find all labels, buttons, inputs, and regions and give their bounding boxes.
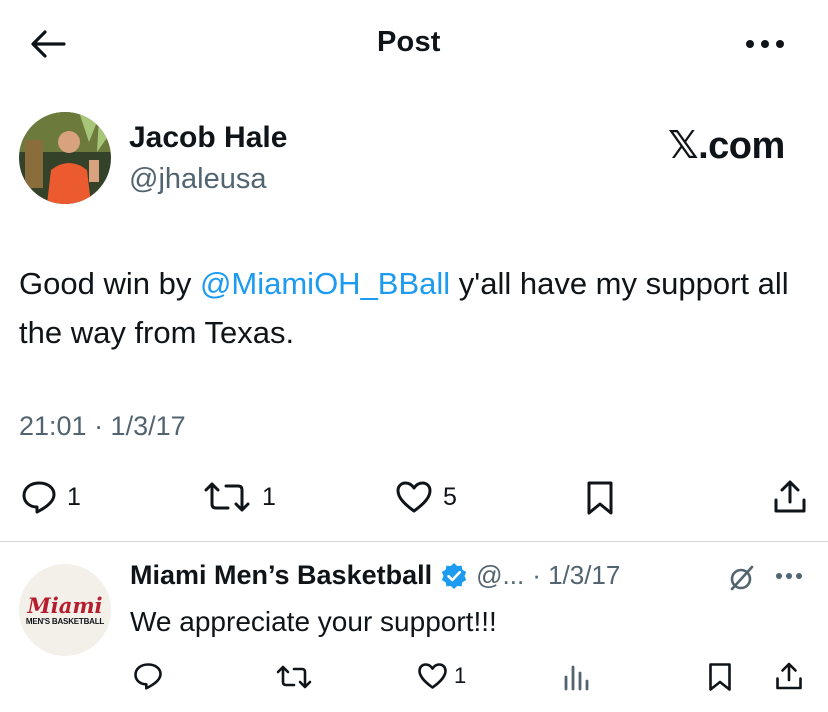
reply-share-button[interactable] bbox=[775, 661, 803, 691]
reply-author-avatar[interactable]: Miami MEN'S BASKETBALL bbox=[19, 564, 111, 656]
author-handle[interactable]: @jhaleusa bbox=[129, 163, 266, 196]
repost-icon bbox=[276, 665, 312, 689]
more-horizontal-icon bbox=[746, 40, 784, 48]
heart-icon bbox=[396, 481, 432, 513]
reply-icon bbox=[22, 481, 56, 514]
bar-chart-icon bbox=[564, 665, 589, 691]
author-avatar[interactable] bbox=[19, 112, 111, 204]
bookmark-button[interactable] bbox=[585, 480, 615, 516]
reply-icon bbox=[134, 663, 162, 690]
reply-like-button[interactable]: 1 bbox=[417, 662, 466, 690]
share-icon bbox=[774, 480, 806, 513]
heart-icon bbox=[418, 663, 447, 689]
more-horizontal-icon bbox=[776, 573, 802, 579]
like-count: 5 bbox=[443, 482, 457, 511]
reply-like-count: 1 bbox=[454, 663, 467, 688]
tweet-text: Good win by @MiamiOH_BBall y'all have my… bbox=[19, 259, 789, 357]
repost-icon bbox=[204, 482, 250, 512]
mention-link[interactable]: @MiamiOH_BBall bbox=[200, 266, 450, 301]
bookmark-icon bbox=[709, 663, 731, 691]
reply-views-button[interactable] bbox=[562, 663, 590, 691]
reply-author-name[interactable]: Miami Men’s Basketball bbox=[130, 560, 432, 591]
arrow-left-icon bbox=[31, 30, 66, 58]
share-icon bbox=[776, 662, 802, 690]
reply-text: We appreciate your support!!! bbox=[130, 606, 497, 637]
reply-count: 1 bbox=[67, 482, 81, 511]
author-name[interactable]: Jacob Hale bbox=[129, 121, 287, 155]
reply-button[interactable]: 1 bbox=[21, 480, 81, 514]
grok-icon bbox=[730, 565, 754, 591]
back-button[interactable] bbox=[26, 26, 70, 62]
bookmark-icon bbox=[587, 481, 613, 515]
like-button[interactable]: 5 bbox=[395, 480, 457, 514]
reply-date[interactable]: · 1/3/17 bbox=[532, 560, 620, 591]
tweet-text-before: Good win by bbox=[19, 266, 200, 301]
avatar-logo-subtitle: MEN'S BASKETBALL bbox=[25, 616, 105, 626]
more-options-button[interactable] bbox=[742, 30, 788, 58]
share-button[interactable] bbox=[773, 479, 807, 515]
grok-button[interactable] bbox=[727, 563, 757, 593]
reply-author-handle[interactable]: @... bbox=[476, 560, 524, 591]
reply-more-button[interactable] bbox=[774, 566, 804, 586]
repost-button[interactable]: 1 bbox=[202, 480, 276, 514]
tweet-timestamp[interactable]: 21:01 · 1/3/17 bbox=[19, 411, 186, 442]
reply-reply-button[interactable] bbox=[133, 662, 163, 690]
avatar-logo-script: Miami bbox=[27, 592, 103, 618]
page-title: Post bbox=[377, 26, 441, 58]
verified-badge-icon bbox=[441, 562, 467, 589]
brand-logo: 𝕏.com bbox=[668, 125, 785, 167]
reply-bookmark-button[interactable] bbox=[707, 662, 733, 692]
reply-repost-button[interactable] bbox=[275, 664, 313, 690]
repost-count: 1 bbox=[262, 482, 276, 511]
divider bbox=[0, 541, 828, 542]
reply-header: Miami Men’s Basketball @... · 1/3/17 bbox=[130, 560, 620, 591]
